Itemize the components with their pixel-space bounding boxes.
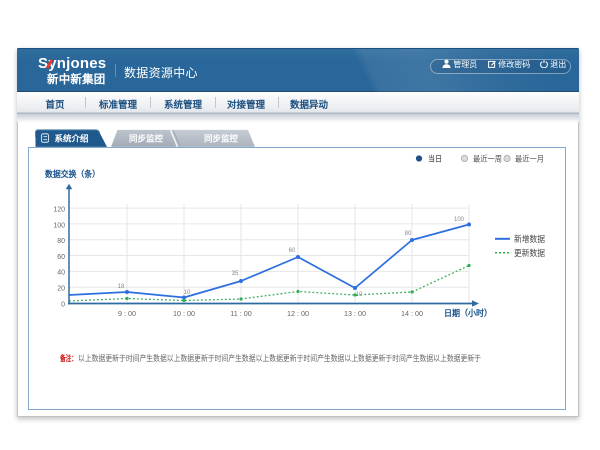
svg-text:9 : 00: 9 : 00 (118, 309, 136, 318)
svg-text:14 : 00: 14 : 00 (401, 309, 423, 318)
svg-text:最近一月: 最近一月 (515, 154, 544, 164)
svg-text:11 : 00: 11 : 00 (230, 309, 251, 318)
svg-text:同步监控: 同步监控 (204, 133, 239, 143)
svg-text:80: 80 (57, 238, 65, 245)
svg-text:0: 0 (61, 302, 65, 309)
svg-text:13 : 00: 13 : 00 (344, 309, 366, 318)
svg-text:120: 120 (53, 207, 65, 214)
svg-text:100: 100 (53, 222, 65, 229)
svg-text:以上数据更新于时间产生数据以上数据更新于时间产生数据以上数据: 以上数据更新于时间产生数据以上数据更新于时间产生数据以上数据更新于时间产生数据以… (78, 353, 481, 363)
svg-text:40: 40 (57, 270, 65, 277)
svg-text:日期（小时）: 日期（小时） (444, 308, 492, 318)
svg-text:系统介绍: 系统介绍 (54, 133, 89, 143)
svg-text:同步监控: 同步监控 (129, 133, 164, 143)
svg-text:60: 60 (289, 248, 296, 254)
svg-text:20: 20 (57, 286, 65, 293)
svg-text:100: 100 (454, 217, 465, 223)
svg-text:60: 60 (57, 254, 65, 261)
svg-text:35: 35 (232, 271, 239, 277)
svg-text:10: 10 (184, 290, 191, 296)
svg-text:18: 18 (118, 284, 125, 290)
svg-text:12 : 00: 12 : 00 (287, 309, 309, 318)
svg-text:最近一周: 最近一周 (473, 154, 502, 164)
svg-text:备注：: 备注： (59, 353, 77, 363)
svg-text:当日: 当日 (428, 154, 442, 164)
svg-text:10: 10 (356, 292, 363, 298)
svg-text:更新数据: 更新数据 (514, 248, 545, 258)
svg-text:数据交换（条）: 数据交换（条） (45, 169, 100, 179)
svg-text:新增数据: 新增数据 (514, 234, 545, 244)
svg-text:80: 80 (405, 231, 412, 237)
svg-text:10 : 00: 10 : 00 (173, 309, 195, 318)
